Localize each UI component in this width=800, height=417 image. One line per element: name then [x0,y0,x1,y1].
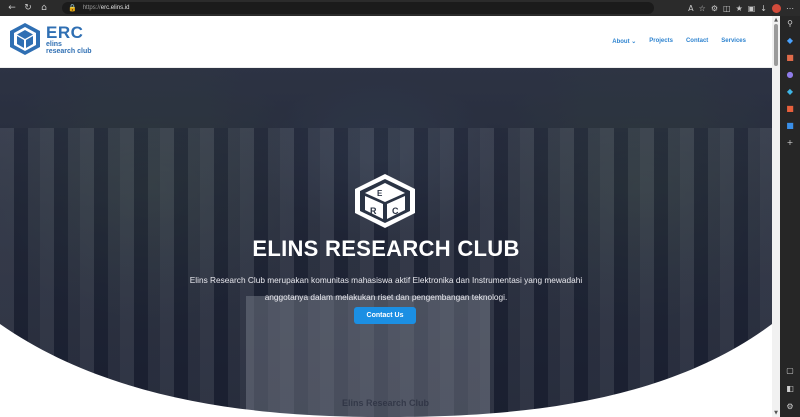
games-icon[interactable]: ◆ [787,87,793,96]
address-url: https://erc.elins.id [82,5,130,11]
site-header: ERC elins research club About ⌄ Projects… [0,16,772,68]
nav-projects[interactable]: Projects [649,38,673,45]
hero-section: Elins Research Club E R C ELINS RESEARCH… [0,68,772,417]
erc-cube-logo-icon [10,23,40,55]
settings-gear-icon[interactable]: ⚙ [786,402,793,411]
favorite-star-icon[interactable]: ☆ [699,4,706,13]
search-icon[interactable]: ⚲ [787,19,793,28]
home-icon[interactable]: ⌂ [36,0,52,16]
lock-icon: 🔒 [68,4,77,12]
add-icon[interactable]: + [787,138,794,147]
back-arrow-icon[interactable]: ← [4,0,20,16]
nav-contact[interactable]: Contact [686,38,708,45]
nav-about[interactable]: About ⌄ [612,38,636,45]
scroll-up-icon[interactable]: ▲ [773,17,779,23]
office-icon[interactable]: ■ [786,104,794,113]
logo-subtitle-1: elins [46,40,62,48]
favorites-list-icon[interactable]: ★ [736,4,743,13]
copilot-icon[interactable]: ◆ [787,36,793,45]
profile-avatar[interactable] [772,3,781,13]
browser-actions: A ☆ ⚙ ◫ ★ ▣ ↓ ⋯ [688,0,794,16]
address-bar[interactable]: 🔒 https://erc.elins.id [62,2,654,14]
page-scrollbar[interactable]: ▲ ▼ [772,16,780,417]
scroll-down-icon[interactable]: ▼ [773,410,779,416]
logo-title: ERC [46,22,84,42]
hero-bottom-curve [0,324,772,417]
main-nav: About ⌄ Projects Contact Services [612,38,746,45]
read-aloud-icon[interactable]: A [688,4,693,13]
refresh-icon[interactable]: ↻ [20,0,36,16]
more-menu-icon[interactable]: ⋯ [786,4,794,13]
sidebar-toggle-icon[interactable]: ◧ [786,384,794,393]
browser-sidebar: ⚲ ◆ ■ ● ◆ ■ ■ + [780,16,800,417]
site-logo[interactable]: ERC elins research club [8,22,92,56]
logo-subtitle-2: research club [46,47,92,55]
split-screen-icon[interactable]: ◫ [723,4,731,13]
chevron-down-icon: ⌄ [631,39,637,45]
screenshot-icon[interactable]: ▢ [786,366,794,375]
nav-services[interactable]: Services [721,38,746,45]
scroll-thumb[interactable] [774,24,778,66]
extensions-icon[interactable]: ⚙ [711,4,718,13]
browser-toolbar: ← ↻ ⌂ 🔒 https://erc.elins.id A ☆ ⚙ ◫ ★ ▣… [0,0,800,16]
shopping-icon[interactable]: ■ [786,53,794,62]
outlook-icon[interactable]: ■ [786,121,794,130]
page-viewport: ERC elins research club About ⌄ Projects… [0,16,772,417]
tools-icon[interactable]: ● [787,70,794,79]
collections-icon[interactable]: ▣ [748,4,756,13]
downloads-icon[interactable]: ↓ [760,4,767,13]
browser-sidebar-bottom: ▢ ◧ ⚙ [780,366,800,411]
